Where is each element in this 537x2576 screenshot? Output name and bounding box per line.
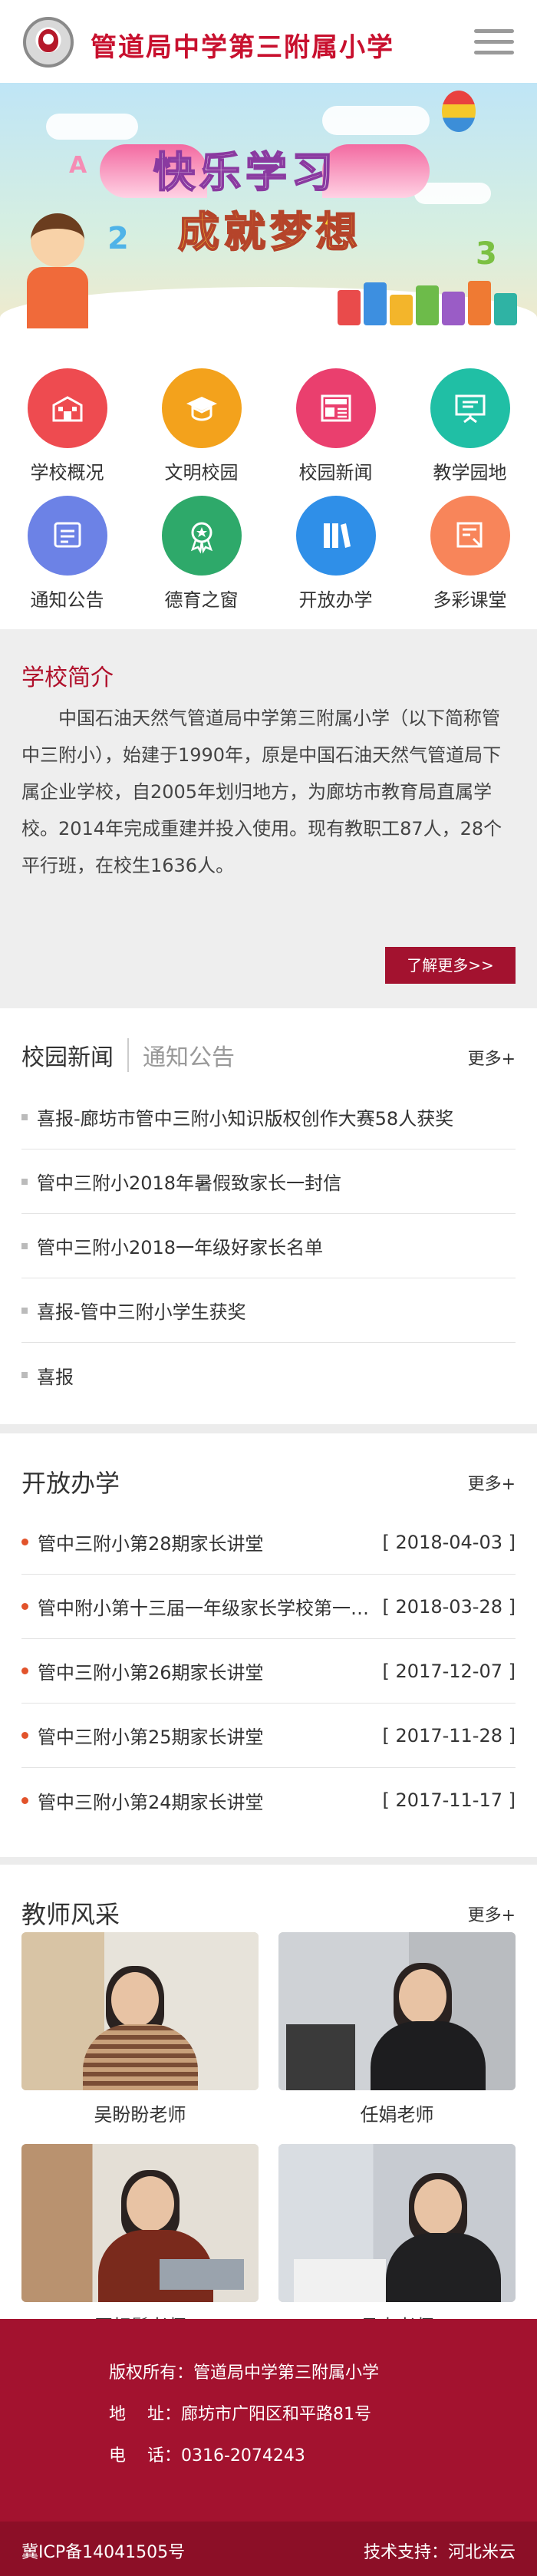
award-medal-icon bbox=[161, 496, 242, 576]
nav-campus-news[interactable]: 校园新闻 bbox=[268, 341, 403, 483]
item-date: [ 2018-04-03 ] bbox=[382, 1531, 516, 1553]
tech-support-link[interactable]: 技术支持：河北米云 bbox=[364, 2538, 516, 2563]
item-date: [ 2017-11-28 ] bbox=[382, 1724, 516, 1746]
right-wing-icon bbox=[322, 144, 430, 198]
site-footer: 版权所有：管道局中学第三附属小学 地 址：廊坊市广阳区和平路81号 电 话：03… bbox=[0, 2319, 537, 2522]
open-school-more-link[interactable]: 更多+ bbox=[468, 1470, 516, 1495]
bullet-icon bbox=[21, 1242, 28, 1249]
quick-nav-grid: 学校概况 文明校园 校园新闻 教学园地 通知公告 德育之窗 开放办学 多彩课堂 bbox=[0, 341, 537, 629]
list-item[interactable]: 管中三附小第24期家长讲堂[ 2017-11-17 ] bbox=[21, 1768, 516, 1832]
footer-bottom-bar: 冀ICP备14041505号 技术支持：河北米云 bbox=[0, 2522, 537, 2576]
item-date: [ 2017-11-17 ] bbox=[382, 1789, 516, 1811]
news-section: 校园新闻 通知公告 更多+ 喜报-廊坊市管中三附小知识版权创作大赛58人获奖 管… bbox=[0, 1008, 537, 1424]
hero-banner[interactable]: 快乐学习 成就梦想 2 3 A bbox=[0, 83, 537, 341]
nav-moral-education[interactable]: 德育之窗 bbox=[134, 468, 268, 611]
banner-slogan-bottom: 成就梦想 bbox=[177, 207, 362, 257]
nav-label: 开放办学 bbox=[298, 589, 373, 611]
teacher-photo bbox=[278, 2144, 516, 2302]
cartoon-kid-illustration bbox=[15, 213, 100, 328]
news-tabs: 校园新闻 通知公告 bbox=[21, 1028, 235, 1082]
teacher-card[interactable]: 吴盼盼老师 bbox=[21, 1932, 259, 2126]
nav-school-overview[interactable]: 学校概况 bbox=[0, 341, 134, 483]
notice-screen-icon bbox=[27, 496, 107, 576]
graduation-cap-icon bbox=[161, 368, 242, 448]
list-item[interactable]: 喜报-管中三附小学生获奖 bbox=[21, 1278, 516, 1343]
bullet-icon bbox=[21, 1603, 28, 1610]
bullet-icon bbox=[21, 1178, 28, 1185]
teacher-photo bbox=[278, 1932, 516, 2090]
list-item[interactable]: 管中三附小第25期家长讲堂[ 2017-11-28 ] bbox=[21, 1704, 516, 1768]
bullet-icon bbox=[21, 1796, 28, 1804]
footer-address: 地 址：廊坊市广阳区和平路81号 bbox=[109, 2405, 371, 2424]
nav-civilized-campus[interactable]: 文明校园 bbox=[134, 341, 268, 483]
intro-text: 中国石油天然气管道局中学第三附属小学（以下简称管中三附小），始建于1990年，原… bbox=[21, 707, 502, 876]
list-item[interactable]: 管中附小第十三届一年级家长学校第一期家长讲堂[ 2018-03-28 ] bbox=[21, 1575, 516, 1639]
news-more-link[interactable]: 更多+ bbox=[468, 1045, 516, 1070]
footer-copyright: 版权所有：管道局中学第三附属小学 bbox=[109, 2363, 380, 2383]
teacher-name: 吴盼盼老师 bbox=[94, 2104, 186, 2126]
nav-colorful-classroom[interactable]: 多彩课堂 bbox=[403, 468, 537, 611]
nav-label: 多彩课堂 bbox=[433, 589, 507, 611]
teacher-name: 任娟老师 bbox=[360, 2104, 434, 2126]
nav-label: 德育之窗 bbox=[164, 589, 239, 611]
teacher-photo bbox=[21, 1932, 259, 2090]
hot-air-balloon-icon bbox=[442, 91, 476, 132]
page: 管道局中学第三附属小学 快乐学习 成就梦想 2 3 A 学校概况 文明校园 校园… bbox=[0, 0, 537, 2576]
bullet-icon bbox=[21, 1539, 28, 1545]
books-icon bbox=[295, 496, 376, 576]
list-item[interactable]: 管中三附小第26期家长讲堂[ 2017-12-07 ] bbox=[21, 1639, 516, 1704]
newspaper-icon bbox=[295, 368, 376, 448]
teachers-more-link[interactable]: 更多+ bbox=[468, 1901, 516, 1926]
school-intro-section: 学校简介 中国石油天然气管道局中学第三附属小学（以下简称管中三附小），始建于19… bbox=[0, 629, 537, 1008]
teacher-card[interactable]: 吕森老师 bbox=[278, 2144, 516, 2338]
site-header: 管道局中学第三附属小学 bbox=[0, 0, 537, 83]
list-item[interactable]: 喜报 bbox=[21, 1343, 516, 1407]
banner-slogan-top: 快乐学习 bbox=[153, 147, 338, 197]
teacher-photo bbox=[21, 2144, 259, 2302]
nav-teaching-garden[interactable]: 教学园地 bbox=[403, 341, 537, 483]
nav-label: 通知公告 bbox=[30, 589, 104, 611]
item-date: [ 2017-12-07 ] bbox=[382, 1660, 516, 1682]
bullet-icon bbox=[21, 1372, 28, 1378]
learn-more-button[interactable]: 了解更多>> bbox=[385, 947, 516, 984]
intro-title: 学校简介 bbox=[21, 665, 114, 691]
bullet-icon bbox=[21, 1307, 28, 1314]
school-name[interactable]: 管道局中学第三附属小学 bbox=[91, 26, 394, 64]
list-item[interactable]: 喜报-廊坊市管中三附小知识版权创作大赛58人获奖 bbox=[21, 1085, 516, 1149]
bullet-icon bbox=[21, 1113, 28, 1120]
open-school-title: 开放办学 bbox=[21, 1469, 120, 1498]
hamburger-menu-icon[interactable] bbox=[474, 29, 514, 55]
teachers-section: 教师风采 更多+ 吴盼盼老师 任娟老师 bbox=[0, 1865, 537, 2337]
open-school-list: 管中三附小第28期家长讲堂[ 2018-04-03 ] 管中附小第十三届一年级家… bbox=[21, 1510, 516, 1832]
bullet-icon bbox=[21, 1732, 28, 1739]
tab-campus-news[interactable]: 校园新闻 bbox=[21, 1038, 129, 1072]
school-logo[interactable] bbox=[23, 17, 74, 68]
news-list: 喜报-廊坊市管中三附小知识版权创作大赛58人获奖 管中三附小2018年暑假致家长… bbox=[21, 1085, 516, 1407]
open-school-section: 开放办学 更多+ 管中三附小第28期家长讲堂[ 2018-04-03 ] 管中附… bbox=[0, 1433, 537, 1857]
icp-record-link[interactable]: 冀ICP备14041505号 bbox=[21, 2538, 185, 2563]
footer-phone: 电 话：0316-2074243 bbox=[109, 2446, 305, 2466]
item-date: [ 2018-03-28 ] bbox=[382, 1595, 516, 1618]
bullet-icon bbox=[21, 1667, 28, 1674]
presentation-board-icon bbox=[430, 368, 510, 448]
teacher-card[interactable]: 历相鬘老师 bbox=[21, 2144, 259, 2338]
nav-notices[interactable]: 通知公告 bbox=[0, 468, 134, 611]
list-item[interactable]: 管中三附小2018年暑假致家长一封信 bbox=[21, 1149, 516, 1214]
teachers-title: 教师风采 bbox=[21, 1900, 120, 1929]
tab-notices[interactable]: 通知公告 bbox=[129, 1038, 235, 1072]
list-item[interactable]: 管中三附小2018一年级好家长名单 bbox=[21, 1214, 516, 1278]
classroom-icon bbox=[430, 496, 510, 576]
school-building-icon bbox=[27, 368, 107, 448]
books-illustration bbox=[338, 279, 522, 325]
nav-open-school[interactable]: 开放办学 bbox=[268, 468, 403, 611]
list-item[interactable]: 管中三附小第28期家长讲堂[ 2018-04-03 ] bbox=[21, 1510, 516, 1575]
teacher-card[interactable]: 任娟老师 bbox=[278, 1932, 516, 2126]
